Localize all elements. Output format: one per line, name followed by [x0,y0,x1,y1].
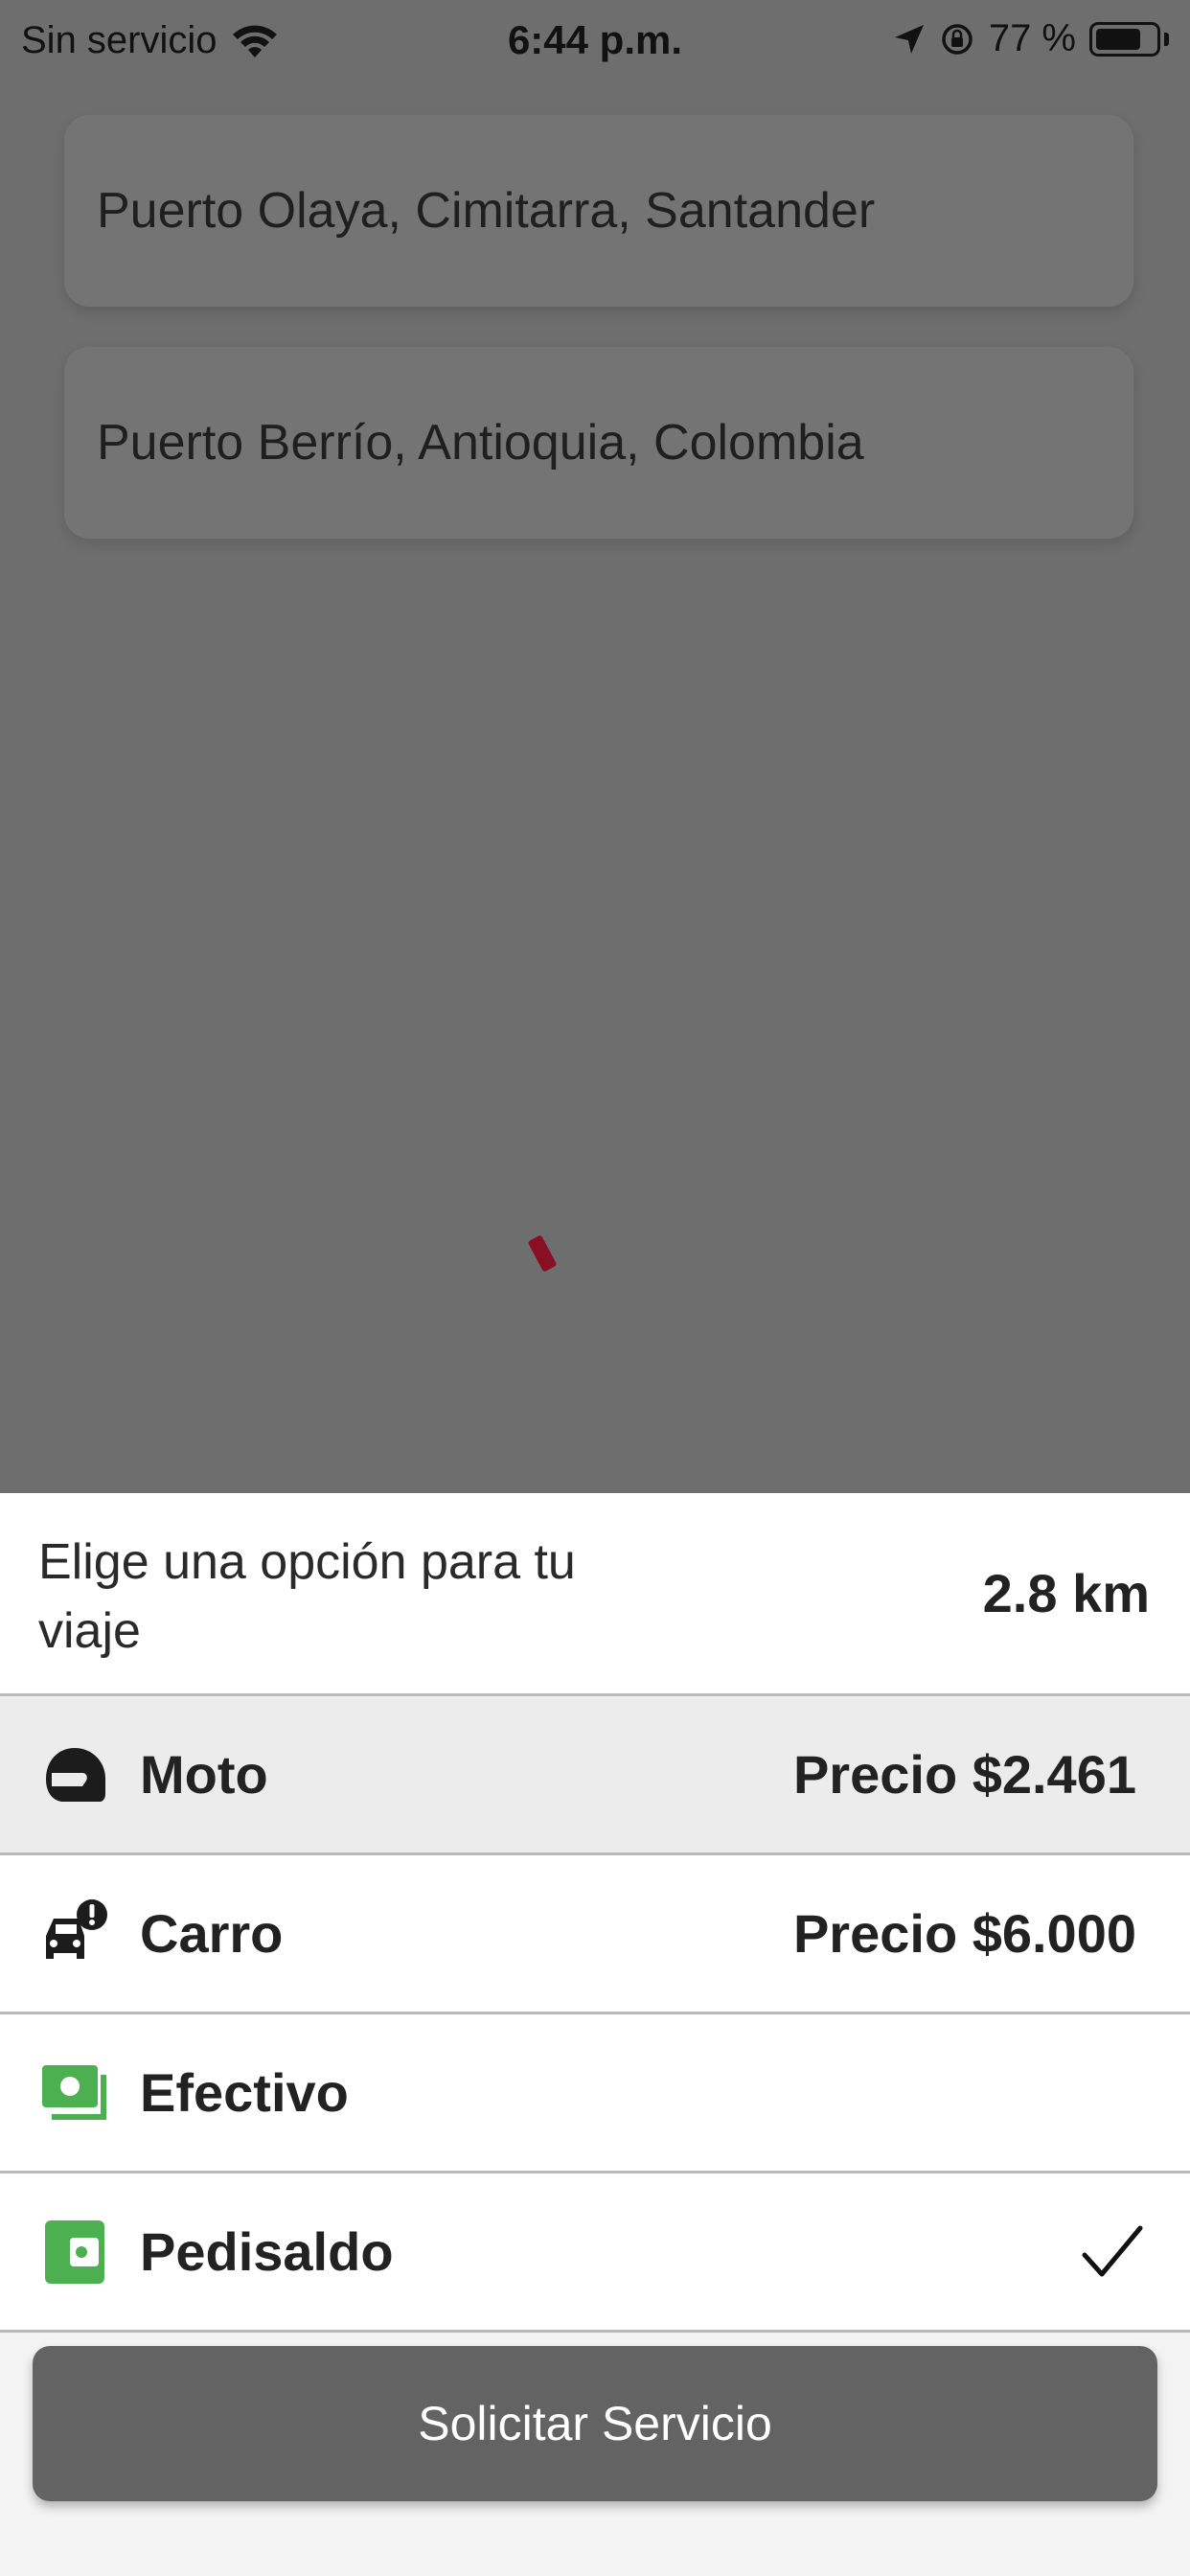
trip-options-sheet: Elige una opción para tu viaje 2.8 km Mo… [0,1493,1190,2576]
option-moto-price: Precio $2.461 [792,1744,1136,1805]
option-moto[interactable]: Moto Precio $2.461 [0,1696,1190,1855]
destination-address-text: Puerto Berrío, Antioquia, Colombia [97,415,864,471]
payment-efectivo[interactable]: Efectivo [0,2014,1190,2174]
payment-pedisaldo-label: Pedisaldo [140,2221,394,2282]
battery-fill [1096,28,1141,50]
trip-distance: 2.8 km [982,1563,1150,1623]
status-right: 77 % [893,17,1169,60]
wallet-icon [40,2218,109,2287]
motorcycle-helmet-icon [40,1740,109,1809]
option-moto-label: Moto [140,1744,268,1805]
battery-percent: 77 % [988,17,1076,59]
checkmark-icon [1082,2225,1143,2276]
destination-address-field[interactable]: Puerto Berrío, Antioquia, Colombia [64,347,1133,539]
battery-cap [1164,32,1169,46]
sheet-header: Elige una opción para tu viaje 2.8 km [0,1493,1190,1696]
cash-icon [40,2058,109,2128]
option-carro-label: Carro [140,1903,284,1964]
location-arrow-icon [894,24,924,54]
payment-efectivo-label: Efectivo [140,2062,349,2123]
battery-icon [1089,21,1160,57]
car-alert-icon [40,1898,109,1968]
map-route-marker [527,1234,558,1273]
sheet-title: Elige una opción para tu viaje [38,1534,576,1659]
option-carro-price: Precio $6.000 [792,1903,1136,1964]
origin-address-field[interactable]: Puerto Olaya, Cimitarra, Santander [64,115,1133,307]
origin-address-text: Puerto Olaya, Cimitarra, Santander [97,183,876,239]
orientation-lock-icon [942,23,973,55]
option-carro[interactable]: Carro Precio $6.000 [0,1855,1190,2014]
status-bar: Sin servicio 6:44 p.m. 77 % [0,0,1190,82]
payment-pedisaldo[interactable]: Pedisaldo [0,2174,1190,2333]
request-service-button[interactable]: Solicitar Servicio [33,2346,1157,2501]
